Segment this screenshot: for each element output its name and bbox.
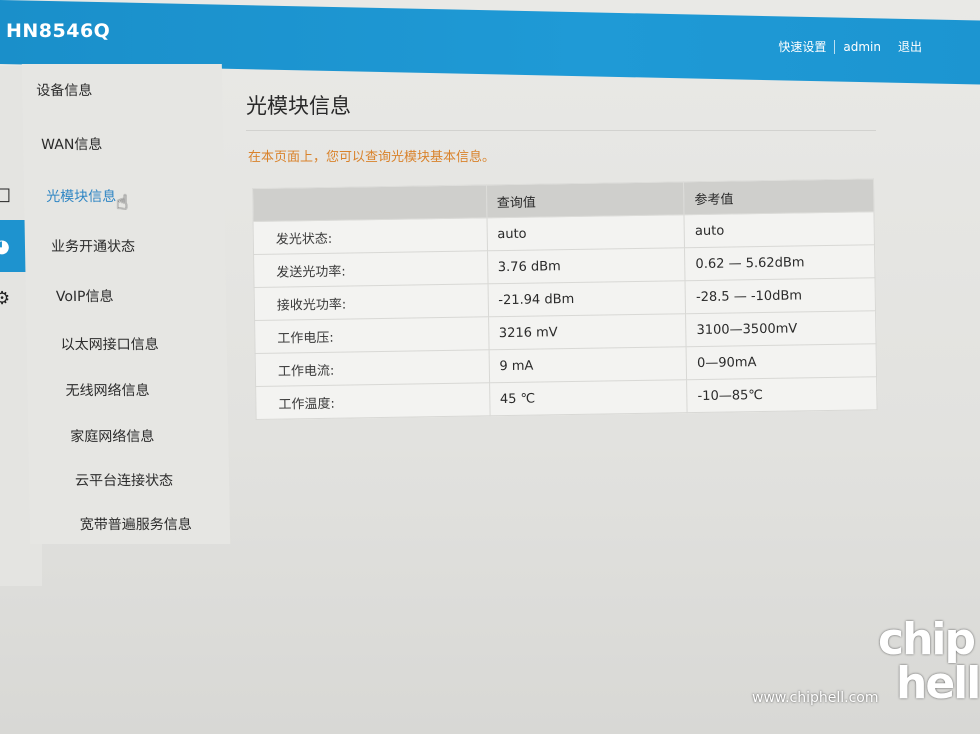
row-query-value: 9 mA (488, 346, 687, 383)
row-reference-value: -10—85℃ (686, 376, 878, 413)
row-reference-value: 0.62 — 5.62dBm (684, 244, 875, 281)
row-query-value: -21.94 dBm (487, 280, 686, 317)
brand-title: HN8546Q (6, 20, 111, 42)
submenu-item-device-info[interactable]: 设备信息 (36, 80, 92, 100)
link-divider (889, 40, 890, 54)
row-label: 工作电压: (254, 316, 489, 354)
logout-link[interactable]: 退出 (898, 38, 922, 55)
main-content: 光模块信息 在本页面上，您可以查询光模块基本信息。 查询值 参考值 发光状态: … (232, 70, 932, 710)
page-description: 在本页面上，您可以查询光模块基本信息。 (248, 150, 496, 165)
row-label: 工作电流: (255, 349, 490, 387)
submenu-item-service-status[interactable]: 业务开通状态 (51, 236, 135, 256)
row-reference-value: 0—90mA (686, 343, 877, 380)
title-divider (246, 130, 876, 131)
row-reference-value: -28.5 — -10dBm (685, 277, 876, 314)
row-label: 接收光功率: (254, 283, 489, 321)
watermark-logo-line2: hell (896, 658, 980, 709)
chiphell-watermark-logo: chip hell (878, 614, 980, 718)
submenu-item-ethernet-info[interactable]: 以太网接口信息 (61, 334, 159, 354)
screen: HN8546Q 快速设置 admin 退出 □ ◕ ⚙ 设备信息 WAN信息 光… (0, 0, 980, 734)
header-cell-label (252, 184, 487, 222)
row-reference-value: 3100—3500mV (685, 310, 877, 347)
row-query-value: auto (486, 214, 685, 251)
hand-cursor-icon: ☝ (116, 190, 129, 214)
submenu-item-broadband-service[interactable]: 宽带普遍服务信息 (80, 514, 192, 534)
row-query-value: 45 ℃ (489, 379, 688, 416)
row-query-value: 3216 mV (488, 313, 687, 350)
header-cell-reference: 参考值 (683, 178, 874, 215)
gauge-icon: ◕ (0, 235, 10, 257)
submenu-item-voip-info[interactable]: VoIP信息 (56, 286, 114, 306)
header-cell-query: 查询值 (486, 181, 685, 218)
row-query-value: 3.76 dBm (487, 247, 686, 284)
submenu-item-optical-module[interactable]: 光模块信息 (46, 186, 116, 206)
row-reference-value: auto (684, 211, 875, 248)
submenu-item-wireless-info[interactable]: 无线网络信息 (65, 380, 149, 400)
header-links: 快速设置 admin 退出 (778, 38, 922, 55)
link-divider (834, 39, 836, 54)
submenu: 设备信息 WAN信息 光模块信息 业务开通状态 VoIP信息 以太网接口信息 无… (21, 64, 231, 544)
optical-info-table: 查询值 参考值 发光状态: auto auto 发送光功率: 3.76 dBm … (252, 178, 878, 420)
row-label: 发光状态: (253, 217, 488, 255)
quick-setup-link[interactable]: 快速设置 (778, 38, 826, 55)
row-label: 工作温度: (255, 382, 490, 420)
submenu-item-home-network[interactable]: 家庭网络信息 (70, 426, 154, 446)
page-title: 光模块信息 (246, 94, 351, 118)
gear-icon: ⚙ (0, 287, 11, 309)
watermark-url: www.chiphell.com (752, 690, 879, 706)
square-icon: □ (0, 183, 12, 205)
row-label: 发送光功率: (253, 250, 488, 288)
submenu-item-wan-info[interactable]: WAN信息 (41, 134, 102, 154)
submenu-item-cloud-status[interactable]: 云平台连接状态 (75, 470, 173, 490)
admin-link[interactable]: admin (843, 40, 881, 54)
